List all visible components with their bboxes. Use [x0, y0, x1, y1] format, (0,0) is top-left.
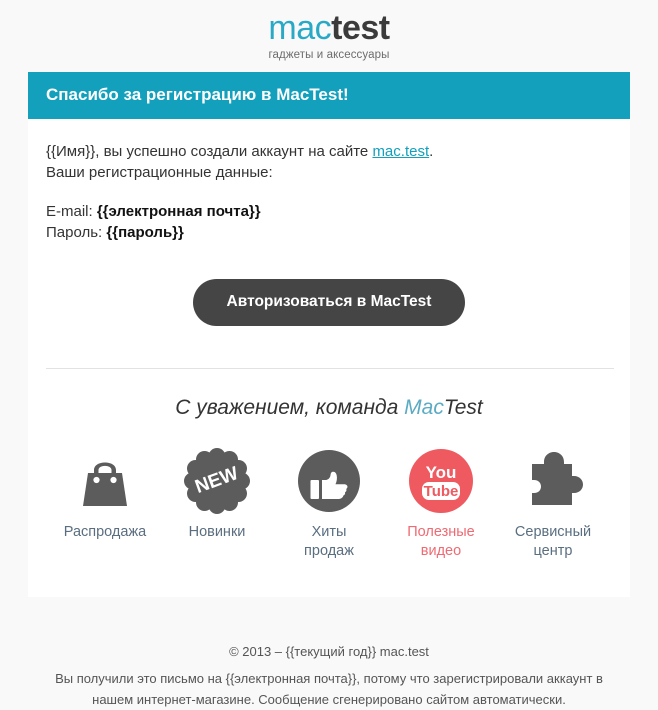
- authorize-button[interactable]: Авторизоваться в MacTest: [192, 279, 466, 326]
- signoff-prefix: С уважением, команда: [175, 396, 405, 419]
- svg-text:You: You: [426, 463, 457, 482]
- cta-row: Авторизоваться в MacTest: [46, 243, 612, 326]
- icon-link-service[interactable]: Сервисный центр: [497, 445, 609, 561]
- email-value: {{электронная почта}}: [96, 203, 261, 220]
- banner-title: Спасибо за регистрацию в MacTest!: [28, 72, 630, 119]
- greeting-paragraph: {{Имя}}, вы успешно создали аккаунт на с…: [46, 119, 612, 183]
- logo-text-test: test: [331, 9, 390, 47]
- youtube-icon: You Tube: [385, 445, 497, 517]
- icon-link-bestsellers[interactable]: Хиты продаж: [273, 445, 385, 561]
- password-value: {{пароль}}: [106, 224, 184, 241]
- new-badge-icon: NEW: [161, 445, 273, 517]
- greeting-text-after: .: [429, 143, 434, 160]
- icon-links-row: Распродажа NEW Новинки Хиты продаж You T…: [46, 421, 612, 597]
- icon-label-video-l1: Полезные: [407, 524, 475, 540]
- icon-link-video[interactable]: You Tube Полезные видео: [385, 445, 497, 561]
- icon-link-new[interactable]: NEW Новинки: [161, 445, 273, 561]
- password-label: Пароль:: [46, 224, 107, 241]
- logo-text-mac: mac: [268, 9, 332, 47]
- icon-label-service: Сервисный центр: [497, 523, 609, 561]
- card-body: {{Имя}}, вы успешно создали аккаунт на с…: [28, 119, 630, 597]
- logo-tagline: гаджеты и аксессуары: [268, 49, 390, 61]
- credentials-block: E-mail: {{электронная почта}} Пароль: {{п…: [46, 183, 612, 243]
- icon-label-bestsellers-l2: продаж: [304, 543, 354, 559]
- icon-label-new: Новинки: [188, 524, 246, 540]
- icon-label-video-l2: видео: [420, 543, 462, 559]
- svg-text:Tube: Tube: [424, 483, 459, 500]
- brand-logo[interactable]: mactest: [0, 9, 658, 47]
- icon-label-service-l1: Сервисный: [514, 524, 592, 540]
- footer-copyright: © 2013 – {{текущий год}} mac.test: [229, 644, 429, 659]
- puzzle-piece-icon: [497, 445, 609, 517]
- signoff-text: С уважением, команда MacTest: [46, 369, 612, 421]
- footer-note: Вы получили это письмо на {{электронная …: [55, 671, 603, 707]
- content-card: Спасибо за регистрацию в MacTest! {{Имя}…: [28, 72, 630, 597]
- email-footer: © 2013 – {{текущий год}} mac.test Вы пол…: [0, 608, 658, 710]
- logo-header: mactest гаджеты и аксессуары: [0, 0, 658, 72]
- email-label: E-mail:: [46, 203, 97, 220]
- email-page: mactest гаджеты и аксессуары Спасибо за …: [0, 0, 658, 710]
- site-link[interactable]: mac.test: [372, 143, 429, 160]
- icon-label-sale: Распродажа: [63, 524, 147, 540]
- shopping-bag-icon: [49, 445, 161, 517]
- signoff-brand-mac: Mac: [404, 396, 444, 419]
- icon-label-video: Полезные видео: [385, 523, 497, 561]
- signoff-brand-test: Test: [443, 396, 483, 419]
- greeting-text-before: {{Имя}}, вы успешно создали аккаунт на с…: [46, 143, 373, 160]
- icon-label-service-l2: центр: [533, 543, 573, 559]
- credentials-intro: Ваши регистрационные данные:: [46, 164, 273, 181]
- icon-link-sale[interactable]: Распродажа: [49, 445, 161, 561]
- thumbs-up-icon: [273, 445, 385, 517]
- icon-label-bestsellers-l1: Хиты: [311, 524, 347, 540]
- icon-label-bestsellers: Хиты продаж: [273, 523, 385, 561]
